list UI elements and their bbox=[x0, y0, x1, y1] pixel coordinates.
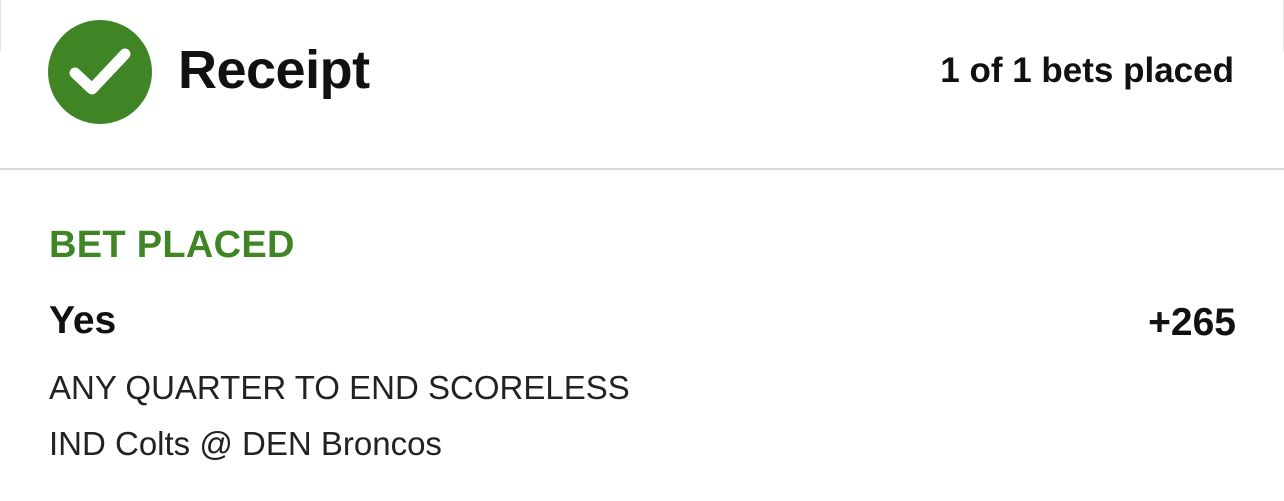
bet-odds: +265 bbox=[1148, 301, 1236, 344]
bet-status-label: BET PLACED bbox=[49, 224, 295, 266]
bet-market: ANY QUARTER TO END SCORELESS bbox=[49, 369, 630, 406]
checkmark-circle-icon bbox=[48, 20, 152, 124]
page-title: Receipt bbox=[178, 40, 370, 100]
receipt-header: Receipt 1 of 1 bets placed bbox=[0, 0, 1284, 170]
bet-event: IND Colts @ DEN Broncos bbox=[49, 425, 442, 462]
bet-selection: Yes bbox=[49, 299, 117, 342]
header-left-edge bbox=[0, 0, 1, 52]
bets-placed-count: 1 of 1 bets placed bbox=[940, 51, 1234, 90]
